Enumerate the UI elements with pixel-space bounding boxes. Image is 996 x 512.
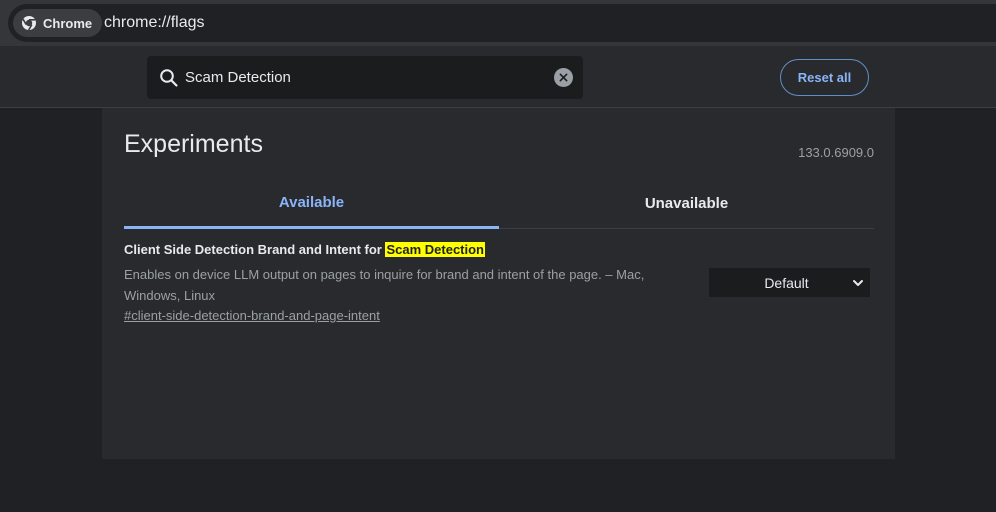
- tab-available[interactable]: Available: [124, 178, 499, 229]
- experiment-description: Enables on device LLM output on pages to…: [124, 267, 645, 303]
- site-chip-label: Chrome: [43, 15, 93, 31]
- flags-header: Reset all: [0, 46, 996, 108]
- reset-all-button[interactable]: Reset all: [780, 59, 869, 96]
- experiment-permalink[interactable]: #client-side-detection-brand-and-page-in…: [124, 308, 380, 323]
- address-bar[interactable]: Chrome chrome://flags: [8, 4, 996, 42]
- site-info-chip[interactable]: Chrome: [13, 9, 102, 37]
- omnibox-strip: Chrome chrome://flags: [0, 0, 996, 46]
- search-box[interactable]: [147, 56, 583, 99]
- experiment-title-text: Client Side Detection Brand and Intent f…: [124, 242, 386, 257]
- chevron-down-icon: [853, 280, 863, 286]
- clear-search-icon[interactable]: [554, 68, 573, 87]
- experiments-panel: Experiments 133.0.6909.0 Available Unava…: [102, 108, 895, 459]
- search-icon: [160, 69, 178, 87]
- select-value: Default: [764, 274, 809, 291]
- url-text[interactable]: chrome://flags: [104, 14, 204, 32]
- experiment-state-select[interactable]: Default: [709, 268, 870, 297]
- page-title: Experiments: [124, 130, 263, 158]
- experiment-title: Client Side Detection Brand and Intent f…: [124, 241, 874, 259]
- tab-bar: Available Unavailable: [124, 178, 874, 229]
- search-match-highlight: Scam Detection: [385, 242, 486, 257]
- search-input[interactable]: [185, 56, 545, 99]
- chrome-icon: [22, 16, 36, 31]
- version-label: 133.0.6909.0: [798, 145, 874, 160]
- tab-unavailable[interactable]: Unavailable: [499, 178, 874, 228]
